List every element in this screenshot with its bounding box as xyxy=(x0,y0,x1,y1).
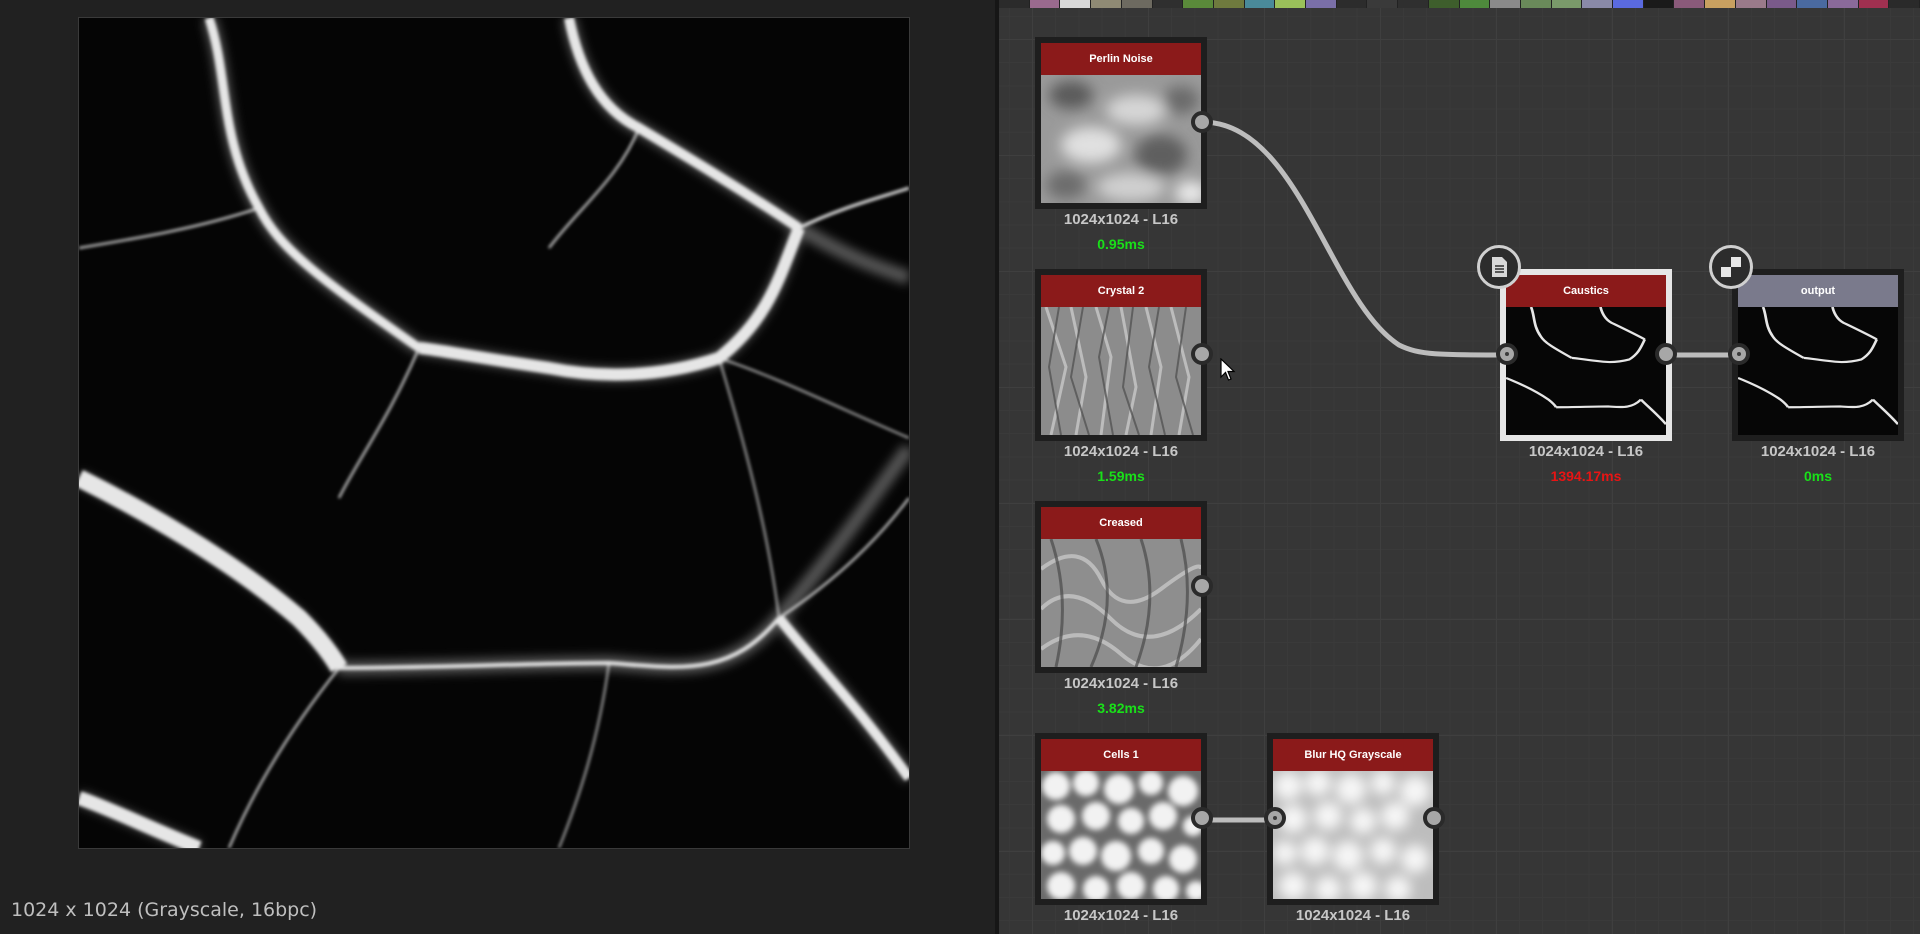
node-title: Perlin Noise xyxy=(1041,43,1201,75)
node-thumbnail xyxy=(1041,771,1201,899)
crystal-output-port[interactable] xyxy=(1191,343,1213,365)
resolution-label: 1024x1024 - L16 xyxy=(1760,443,1876,460)
mouse-pointer-icon xyxy=(1220,357,1236,387)
output-input-port[interactable] xyxy=(1728,343,1750,365)
node-title: Creased xyxy=(1041,507,1201,539)
node-title: Blur HQ Grayscale xyxy=(1273,739,1433,771)
blur-output-port[interactable] xyxy=(1423,807,1445,829)
node-info-caustics: 1024x1024 - L16 1394.17ms xyxy=(1500,443,1672,484)
resolution-label: 1024x1024 - L16 xyxy=(1295,907,1411,924)
node-thumbnail xyxy=(1506,307,1666,435)
document-icon[interactable] xyxy=(1477,245,1521,289)
node-info-output: 1024x1024 - L16 0ms xyxy=(1732,443,1904,484)
node-info-blur: 1024x1024 - L16 xyxy=(1267,907,1439,924)
timing-label: 1.59ms xyxy=(1097,468,1145,484)
resolution-label: 1024x1024 - L16 xyxy=(1063,907,1179,924)
node-thumbnail xyxy=(1041,75,1201,203)
checker-icon[interactable] xyxy=(1709,245,1753,289)
node-blur-hq-grayscale[interactable]: Blur HQ Grayscale xyxy=(1267,733,1439,905)
node-thumbnail xyxy=(1041,307,1201,435)
node-creased[interactable]: Creased xyxy=(1035,501,1207,673)
cells-output-port[interactable] xyxy=(1191,807,1213,829)
caustics-output-port[interactable] xyxy=(1655,343,1677,365)
node-title: output xyxy=(1738,275,1898,307)
timing-label: 3.82ms xyxy=(1097,700,1145,716)
texture-preview-image[interactable] xyxy=(78,17,910,849)
node-info-cells: 1024x1024 - L16 xyxy=(1035,907,1207,924)
node-info-crystal: 1024x1024 - L16 1.59ms xyxy=(1035,443,1207,484)
node-title: Crystal 2 xyxy=(1041,275,1201,307)
node-info-perlin: 1024x1024 - L16 0.95ms xyxy=(1035,211,1207,252)
timing-label: 1394.17ms xyxy=(1550,468,1622,484)
node-graph-canvas[interactable]: Perlin Noise 1024x1024 - L16 0.95ms Crys… xyxy=(999,0,1920,934)
node-cells-1[interactable]: Cells 1 xyxy=(1035,733,1207,905)
node-title: Caustics xyxy=(1506,275,1666,307)
node-output[interactable]: output xyxy=(1732,269,1904,441)
perlin-output-port[interactable] xyxy=(1191,111,1213,133)
node-perlin-noise[interactable]: Perlin Noise xyxy=(1035,37,1207,209)
resolution-label: 1024x1024 - L16 xyxy=(1063,211,1179,228)
node-thumbnail xyxy=(1273,771,1433,899)
caustics-input-port[interactable] xyxy=(1496,343,1518,365)
image-info-label: 1024 x 1024 (Grayscale, 16bpc) xyxy=(11,899,318,921)
node-title: Cells 1 xyxy=(1041,739,1201,771)
blur-input-port[interactable] xyxy=(1264,807,1286,829)
node-thumbnail xyxy=(1041,539,1201,667)
node-thumbnail xyxy=(1738,307,1898,435)
timing-label: 0ms xyxy=(1803,468,1833,484)
resolution-label: 1024x1024 - L16 xyxy=(1528,443,1644,460)
node-crystal-2[interactable]: Crystal 2 xyxy=(1035,269,1207,441)
node-info-creased: 1024x1024 - L16 3.82ms xyxy=(1035,675,1207,716)
2d-view-panel: 1024 x 1024 (Grayscale, 16bpc) xyxy=(0,0,995,934)
wire-perlin-to-caustics xyxy=(1201,119,1508,358)
node-caustics[interactable]: Caustics xyxy=(1500,269,1672,441)
resolution-label: 1024x1024 - L16 xyxy=(1063,675,1179,692)
timing-label: 0.95ms xyxy=(1097,236,1145,252)
creased-output-port[interactable] xyxy=(1191,575,1213,597)
resolution-label: 1024x1024 - L16 xyxy=(1063,443,1179,460)
